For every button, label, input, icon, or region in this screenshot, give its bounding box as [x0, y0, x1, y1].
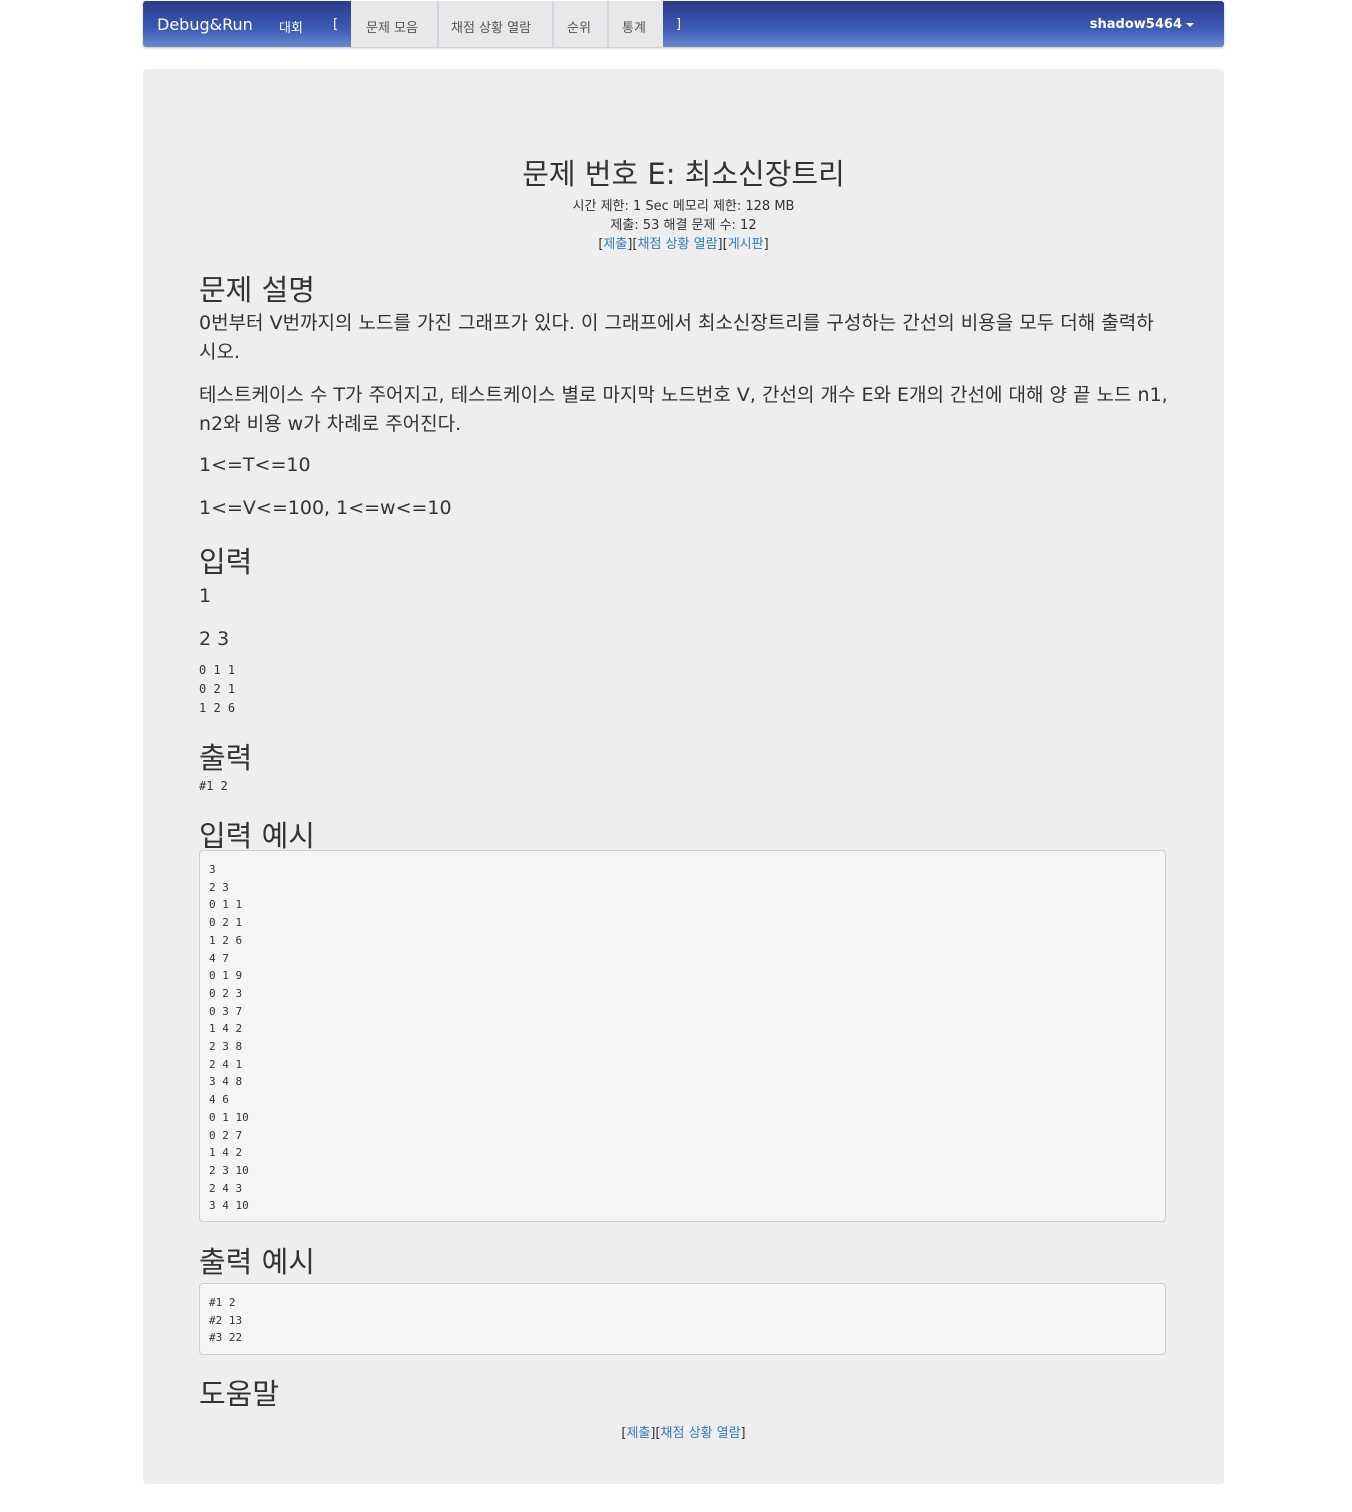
- nav-problems[interactable]: 문제 모음: [366, 17, 418, 36]
- user-menu[interactable]: shadow5464: [1090, 17, 1194, 32]
- submit-link[interactable]: 제출: [603, 237, 627, 252]
- description-para: 테스트케이스 수 T가 주어지고, 테스트케이스 별로 마지막 노드번호 V, …: [199, 384, 1168, 435]
- problem-panel: 문제 번호 E: 최소신장트리 시간 제한: 1 Sec 메모리 제한: 128…: [143, 69, 1224, 1484]
- description-heading: 문제 설명: [199, 273, 315, 307]
- bracket: ]: [763, 237, 769, 252]
- input-line: 2 3: [199, 628, 230, 650]
- nav-stats[interactable]: 통계: [622, 17, 646, 36]
- brand-link[interactable]: Debug&Run: [157, 15, 253, 34]
- status-link[interactable]: 채점 상황 열람: [638, 237, 718, 252]
- nav-divider: [552, 1, 554, 47]
- nav-contest[interactable]: 대회: [279, 17, 303, 36]
- description-para: 1<=T<=10: [199, 454, 311, 476]
- input-edges: 0 1 1 0 2 1 1 2 6: [199, 663, 236, 715]
- footer-links: [제출][채점 상황 열람]: [143, 1422, 1224, 1441]
- nav-divider: [437, 1, 439, 47]
- output-text: #1 2: [199, 779, 228, 793]
- user-name: shadow5464: [1089, 17, 1182, 32]
- nav-status[interactable]: 채점 상황 열람: [451, 17, 531, 36]
- caret-down-icon: [1186, 22, 1194, 27]
- sample-input-heading: 입력 예시: [199, 819, 315, 853]
- bracket: ]: [740, 1426, 746, 1441]
- top-navbar: Debug&Run 대회 [ 문제 모음 채점 상황 열람 순위 통계 ] sh…: [143, 1, 1224, 47]
- board-link[interactable]: 게시판: [728, 237, 764, 252]
- problem-links: [제출][채점 상황 열람][게시판]: [143, 233, 1224, 252]
- footer-submit-link[interactable]: 제출: [626, 1426, 650, 1441]
- nav-bracket-close: ]: [676, 17, 682, 32]
- nav-bracket-open: [: [333, 17, 339, 32]
- sample-input-box: 3 2 3 0 1 1 0 2 1 1 2 6 4 7 0 1 9 0 2 3 …: [199, 850, 1166, 1222]
- problem-counts: 제출: 53 해결 문제 수: 12: [610, 218, 757, 233]
- sample-output-heading: 출력 예시: [199, 1245, 315, 1279]
- bracket: ][: [650, 1426, 661, 1441]
- bracket: ][: [627, 237, 638, 252]
- problem-title: 문제 번호 E: 최소신장트리: [522, 157, 845, 191]
- nav-divider: [607, 1, 609, 47]
- problem-limits: 시간 제한: 1 Sec 메모리 제한: 128 MB: [572, 199, 795, 214]
- description-para: 0번부터 V번까지의 노드를 가진 그래프가 있다. 이 그래프에서 최소신장트…: [199, 312, 1154, 363]
- hint-heading: 도움말: [199, 1377, 280, 1411]
- sample-output-box: #1 2 #2 13 #3 22: [199, 1283, 1166, 1355]
- contest-nav-group: 문제 모음 채점 상황 열람 순위 통계: [351, 1, 663, 47]
- footer-status-link[interactable]: 채점 상황 열람: [661, 1426, 741, 1441]
- nav-ranking[interactable]: 순위: [567, 17, 591, 36]
- input-heading: 입력: [199, 545, 253, 579]
- output-heading: 출력: [199, 741, 253, 775]
- description-para: 1<=V<=100, 1<=w<=10: [199, 497, 452, 519]
- bracket: ][: [717, 237, 728, 252]
- input-line: 1: [199, 585, 212, 607]
